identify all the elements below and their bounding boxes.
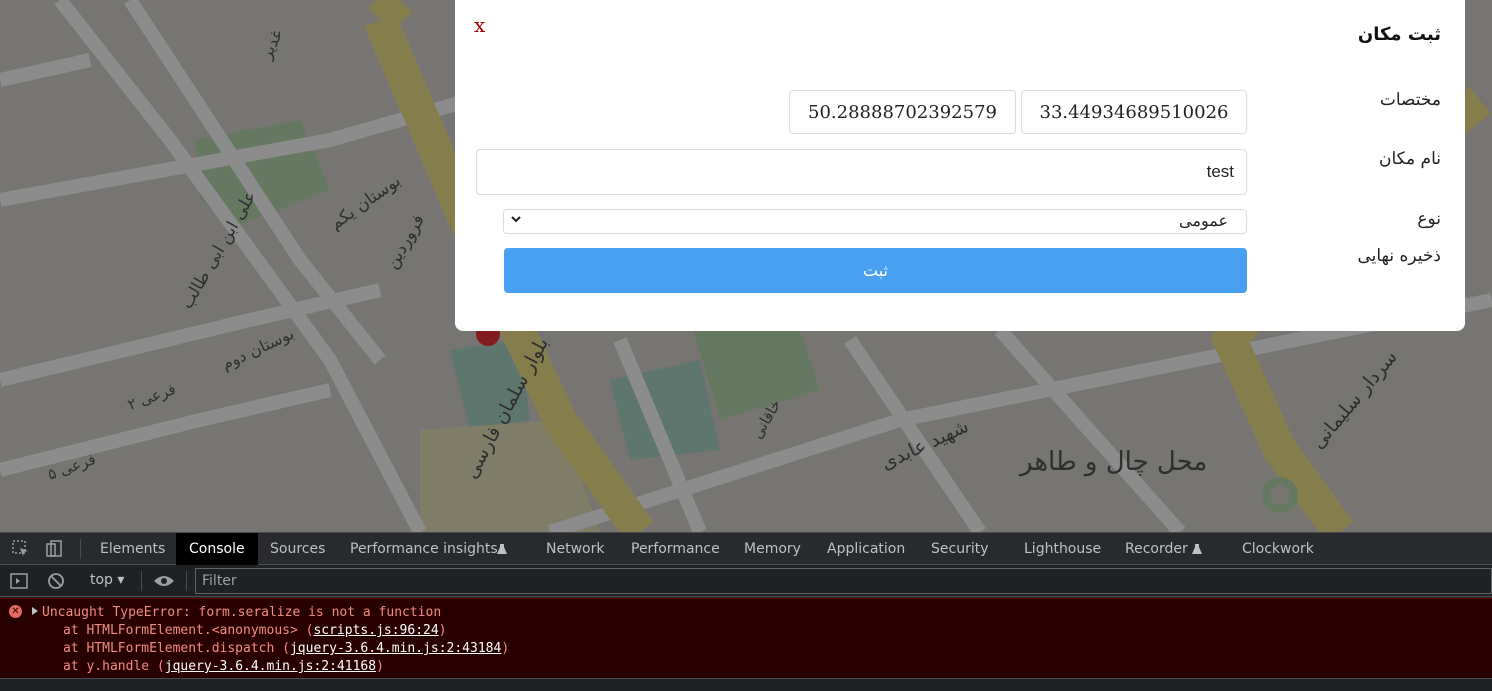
stack-frame-text: at HTMLFormElement.dispatch (	[63, 641, 290, 656]
stack-frame-text: at HTMLFormElement.<anonymous> (	[63, 623, 314, 638]
tab-lighthouse[interactable]: Lighthouse	[1024, 533, 1101, 565]
source-link[interactable]: jquery-3.6.4.min.js:2:41168	[165, 659, 376, 674]
type-select[interactable]: عمومی	[503, 209, 1247, 234]
tab-console[interactable]: Console	[176, 533, 258, 565]
error-icon: ✕	[9, 605, 22, 618]
tab-application[interactable]: Application	[827, 533, 905, 565]
tab-memory[interactable]: Memory	[744, 533, 801, 565]
context-select[interactable]: top ▾	[90, 572, 124, 588]
tab-performance[interactable]: Performance	[631, 533, 720, 565]
close-button[interactable]: x	[474, 13, 485, 37]
chevron-down-icon	[511, 216, 521, 223]
tab-performance-insights[interactable]: Performance insights	[350, 533, 498, 565]
console-messages: ✕ Uncaught TypeError: form.seralize is n…	[0, 598, 1492, 691]
stack-frame: at HTMLFormElement.dispatch (jquery-3.6.…	[63, 641, 509, 656]
console-prompt[interactable]	[0, 678, 1492, 691]
tab-clockwork[interactable]: Clockwork	[1242, 533, 1314, 565]
expand-arrow-icon[interactable]	[32, 607, 38, 615]
flask-icon	[1192, 544, 1202, 554]
inspect-element-icon[interactable]	[12, 540, 30, 558]
type-label: نوع	[1417, 209, 1441, 229]
source-link[interactable]: scripts.js:96:24	[313, 623, 438, 638]
stack-frame-text: )	[376, 659, 384, 674]
flask-icon	[497, 544, 507, 554]
tab-sources[interactable]: Sources	[270, 533, 325, 565]
error-message: Uncaught TypeError: form.seralize is not…	[42, 605, 442, 620]
filter-input[interactable]: Filter	[195, 568, 1492, 594]
type-select-value: عمومی	[1179, 211, 1228, 230]
coords-label: مختصات	[1379, 90, 1441, 110]
stack-frame-text: )	[501, 641, 510, 656]
stack-frame: at y.handle (jquery-3.6.4.min.js:2:41168…	[63, 659, 384, 674]
add-place-modal: x ثبت مکان مختصات نام مکان نوع عمومی ذخی…	[455, 0, 1465, 331]
source-link[interactable]: jquery-3.6.4.min.js:2:43184	[290, 641, 501, 656]
clear-console-icon[interactable]	[47, 572, 65, 590]
stack-frame-text: )	[438, 623, 447, 638]
latitude-input[interactable]	[1021, 90, 1247, 134]
stack-frame-text: at y.handle (	[63, 659, 165, 674]
console-toolbar: top ▾ Filter	[0, 565, 1492, 597]
stack-frame: at HTMLFormElement.<anonymous> (scripts.…	[63, 623, 447, 638]
tab-elements[interactable]: Elements	[100, 533, 165, 565]
devtools-panel: Elements Console Sources Performance ins…	[0, 532, 1492, 691]
place-name-label: نام مکان	[1379, 149, 1441, 169]
device-toolbar-icon[interactable]	[45, 540, 63, 558]
devtools-tab-bar: Elements Console Sources Performance ins…	[0, 532, 1492, 565]
tab-recorder[interactable]: Recorder	[1125, 533, 1188, 565]
sidebar-toggle-icon[interactable]	[10, 572, 28, 590]
caret-down-icon: ▾	[117, 572, 125, 588]
tab-network[interactable]: Network	[546, 533, 604, 565]
submit-button[interactable]: ثبت	[504, 248, 1247, 293]
context-select-value: top	[90, 572, 113, 588]
longitude-input[interactable]	[789, 90, 1016, 134]
eye-icon[interactable]	[153, 572, 175, 590]
tab-security[interactable]: Security	[931, 533, 989, 565]
modal-title: ثبت مکان	[1357, 24, 1441, 45]
save-label: ذخیره نهایی	[1357, 246, 1441, 266]
place-name-input[interactable]	[476, 149, 1247, 195]
